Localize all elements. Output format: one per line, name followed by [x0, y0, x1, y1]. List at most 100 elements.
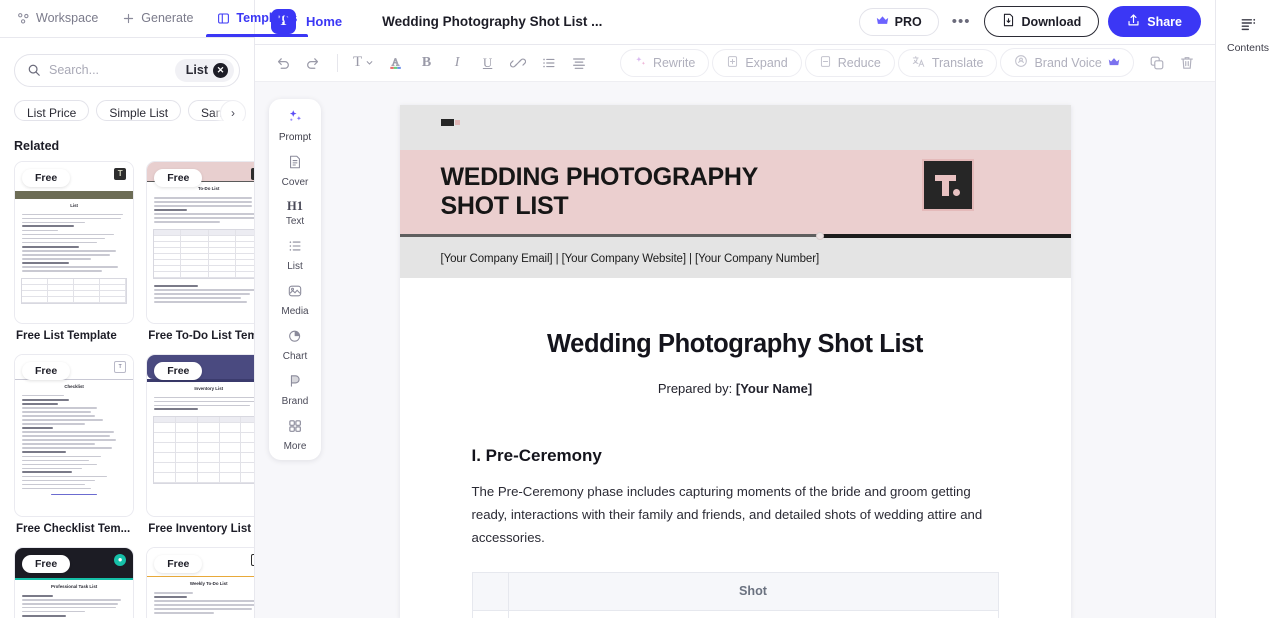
template-logo-icon: ● — [114, 553, 127, 566]
sidebar-tab-templates[interactable]: Templates — [206, 0, 309, 37]
tool-text[interactable]: H1 Text — [269, 199, 321, 227]
sidebar-search-wrap: List ✕ — [0, 38, 254, 87]
pie-chart-icon — [287, 328, 303, 349]
svg-text:A: A — [392, 58, 400, 69]
free-badge: Free — [154, 554, 203, 573]
template-card-label: Free Inventory List ... — [148, 522, 254, 535]
template-card[interactable]: Free ◐ Inventory List — [146, 353, 254, 517]
italic-icon[interactable]: I — [443, 49, 471, 77]
tool-more-label: More — [283, 441, 307, 453]
crown-icon — [1108, 56, 1120, 70]
tool-chart-label: Chart — [282, 351, 308, 363]
undo-icon[interactable] — [269, 49, 297, 77]
document-page[interactable]: WEDDING PHOTOGRAPHY SHOT LIST [Your Comp… — [399, 105, 1071, 618]
underline-icon[interactable]: U — [474, 49, 502, 77]
chevron-down-icon — [366, 61, 373, 66]
doc-prepared-by[interactable]: Prepared by: [Your Name] — [472, 381, 999, 396]
active-filter-chip[interactable]: List ✕ — [174, 58, 234, 82]
free-badge: Free — [22, 554, 71, 573]
template-card[interactable]: Free T. Weekly To-Do List — [146, 546, 254, 618]
filter-chip-list-price[interactable]: List Price — [14, 99, 90, 121]
media-image-icon — [287, 283, 303, 304]
share-label: Share — [1147, 14, 1182, 29]
pro-button[interactable]: PRO — [858, 7, 939, 36]
brand-voice-button[interactable]: Brand Voice — [1000, 48, 1134, 78]
sparkle-icon — [287, 108, 304, 130]
tool-cover-label: Cover — [281, 177, 309, 189]
tool-chart[interactable]: Chart — [269, 328, 321, 362]
tool-brand[interactable]: Brand — [269, 373, 321, 407]
sidebar-tab-generate[interactable]: Generate — [111, 0, 204, 37]
trash-icon[interactable] — [1173, 49, 1201, 77]
filter-chip-row: List Price Simple List Sample L › — [0, 87, 254, 121]
duplicate-icon[interactable] — [1143, 49, 1171, 77]
template-card[interactable]: Free T List — [14, 160, 135, 324]
home-link[interactable]: Home — [306, 14, 342, 29]
rewrite-button[interactable]: Rewrite — [619, 48, 710, 77]
banner-divider-rule — [399, 232, 1071, 241]
share-button[interactable]: Share — [1108, 6, 1201, 38]
tool-cover[interactable]: Cover — [269, 154, 321, 188]
banner-title-line2: SHOT LIST — [440, 192, 569, 221]
template-logo-icon: T — [114, 167, 127, 180]
template-logo-icon: T. — [251, 553, 254, 566]
template-card-slot: Free ◐ Inventory List — [146, 353, 254, 535]
font-color-icon[interactable]: A — [382, 49, 410, 77]
download-label: Download — [1021, 14, 1082, 29]
tool-prompt[interactable]: Prompt — [269, 108, 321, 143]
text-style-dropdown[interactable]: T — [348, 49, 379, 77]
bold-icon[interactable]: B — [413, 49, 441, 77]
bullet-list-icon[interactable] — [535, 49, 563, 77]
thumb-title: Inventory List — [194, 385, 224, 391]
text-style-label: T — [353, 54, 363, 71]
expand-button[interactable]: Expand — [712, 48, 802, 77]
template-card-slot: Free ● Professional Task List — [14, 546, 135, 618]
doc-heading[interactable]: Wedding Photography Shot List — [472, 330, 999, 359]
expand-doc-icon — [726, 55, 739, 71]
tool-list[interactable]: List — [269, 238, 321, 272]
contents-button[interactable]: Contents — [1227, 17, 1269, 54]
tool-media[interactable]: Media — [269, 283, 321, 317]
right-rail: Contents — [1215, 0, 1280, 618]
app-root: Workspace Generate Templates Search... L… — [0, 0, 1280, 618]
banner-logo-icon — [921, 159, 974, 212]
download-button[interactable]: Download — [983, 6, 1100, 38]
document-title[interactable]: Wedding Photography Shot List ... — [382, 14, 602, 29]
template-card[interactable]: Free T Checklist — [14, 353, 135, 517]
filter-chip-simple-list[interactable]: Simple List — [96, 99, 182, 121]
template-logo-icon: T — [114, 360, 127, 373]
more-options-icon[interactable]: ••• — [948, 14, 975, 29]
search-bar[interactable]: List ✕ — [14, 53, 240, 87]
filter-next-icon[interactable]: › — [220, 99, 246, 121]
redo-icon[interactable] — [300, 49, 328, 77]
sidebar-tab-workspace-label: Workspace — [36, 11, 99, 26]
shot-list-table[interactable]: Shot — [471, 571, 999, 618]
template-card[interactable]: Free T To-Do List — [146, 160, 254, 324]
doc-section-heading[interactable]: I. Pre-Ceremony — [472, 446, 999, 466]
translate-button[interactable]: Translate — [897, 48, 998, 77]
template-card-label: Free To-Do List Tem... — [148, 329, 254, 342]
brand-voice-label: Brand Voice — [1034, 55, 1102, 70]
banner-mini-logo-icon — [440, 118, 461, 126]
rule-handle[interactable] — [815, 232, 824, 241]
document-body: Wedding Photography Shot List Prepared b… — [400, 278, 1071, 618]
doc-section-paragraph[interactable]: The Pre-Ceremony phase includes capturin… — [472, 481, 999, 549]
crown-icon — [876, 15, 889, 29]
template-card[interactable]: Free ● Professional Task List — [14, 546, 135, 618]
contents-list-icon — [1240, 17, 1257, 37]
grid-more-icon — [287, 418, 303, 439]
banner-top-strip — [399, 105, 1071, 151]
reduce-button[interactable]: Reduce — [804, 48, 895, 77]
align-icon[interactable] — [565, 49, 593, 77]
link-icon[interactable] — [504, 49, 532, 77]
prepared-prefix: Prepared by: — [657, 381, 736, 397]
sidebar-tab-workspace[interactable]: Workspace — [6, 0, 109, 37]
banner-contact-line: [Your Company Email] | [Your Company Web… — [399, 239, 1071, 279]
document-canvas[interactable]: Prompt Cover H1 Text List Media Chart Br… — [255, 82, 1215, 618]
tool-more[interactable]: More — [269, 418, 321, 452]
clear-filter-icon[interactable]: ✕ — [213, 62, 228, 78]
thumb-title: To-Do List — [198, 186, 220, 192]
search-input[interactable] — [49, 63, 175, 78]
tool-prompt-label: Prompt — [278, 132, 312, 144]
table-row[interactable] — [471, 609, 999, 618]
